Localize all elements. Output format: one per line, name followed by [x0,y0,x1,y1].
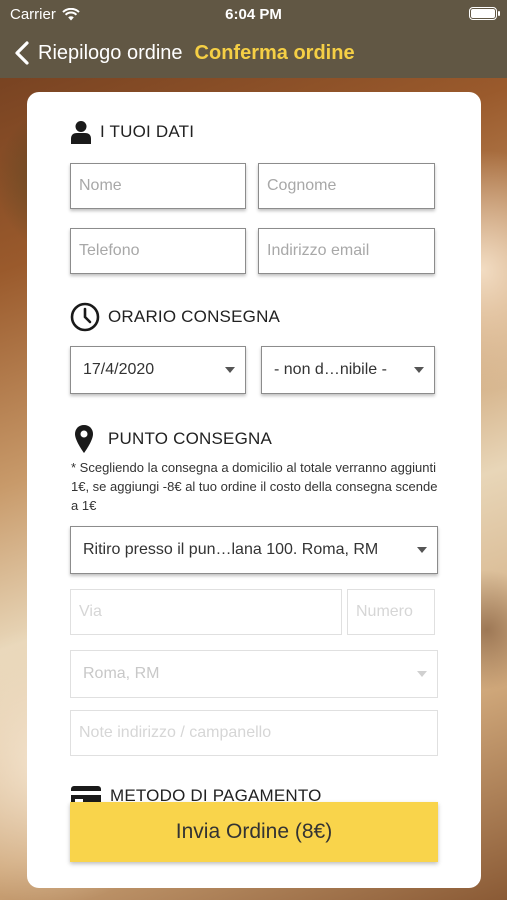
pickup-point-select[interactable]: Ritiro presso il pun…lana 100. Roma, RM [70,526,438,574]
section-delivery-time-header: ORARIO CONSEGNA [70,302,280,332]
pickup-point-select-value: Ritiro presso il pun…lana 100. Roma, RM [83,541,379,558]
time-slot-select[interactable]: - non d…nibile - [261,346,435,394]
dropdown-arrow-icon [417,547,427,553]
status-time: 6:04 PM [225,5,282,23]
dropdown-arrow-icon [225,367,235,373]
section-personal-header: I TUOI DATI [70,120,194,144]
dropdown-arrow-icon [414,367,424,373]
section-personal-title: I TUOI DATI [100,122,195,141]
address-note-field[interactable]: Note indirizzo / campanello [70,710,438,756]
navigation-bar: Riepilogo ordine Conferma ordine [0,28,507,78]
last-name-field[interactable]: Cognome [258,163,435,209]
city-select[interactable]: Roma, RM [70,650,438,698]
section-delivery-point-header: PUNTO CONSEGNA [74,424,272,454]
first-name-field[interactable]: Nome [70,163,246,209]
back-button-label: Riepilogo ordine [38,41,183,64]
back-chevron-icon [15,41,29,65]
section-delivery-time-title: ORARIO CONSEGNA [108,307,281,326]
back-button[interactable]: Riepilogo ordine [0,40,183,66]
location-pin-icon [74,424,94,454]
city-select-value: Roma, RM [83,665,160,682]
clock-icon [70,302,100,332]
phone-field[interactable]: Telefono [70,228,246,274]
date-select-value: 17/4/2020 [83,361,155,378]
section-delivery-point-title: PUNTO CONSEGNA [108,429,273,448]
page-title: Conferma ordine [194,41,355,64]
delivery-fee-note: * Scegliendo la consegna a domicilio al … [71,460,438,513]
email-field[interactable]: Indirizzo email [258,228,435,274]
person-icon [70,120,92,144]
date-select[interactable]: 17/4/2020 [70,346,246,394]
time-slot-select-value: - non d…nibile - [274,361,387,378]
street-field[interactable]: Via [70,589,342,635]
battery-icon [469,7,500,20]
submit-order-button[interactable]: Invia Ordine (8€) [70,802,438,862]
order-form-card: I TUOI DATI Nome Cognome Telefono Indiri… [27,92,481,888]
street-number-field[interactable]: Numero [347,589,435,635]
status-bar: Carrier 6:04 PM [0,0,507,28]
dropdown-arrow-icon [417,671,427,677]
